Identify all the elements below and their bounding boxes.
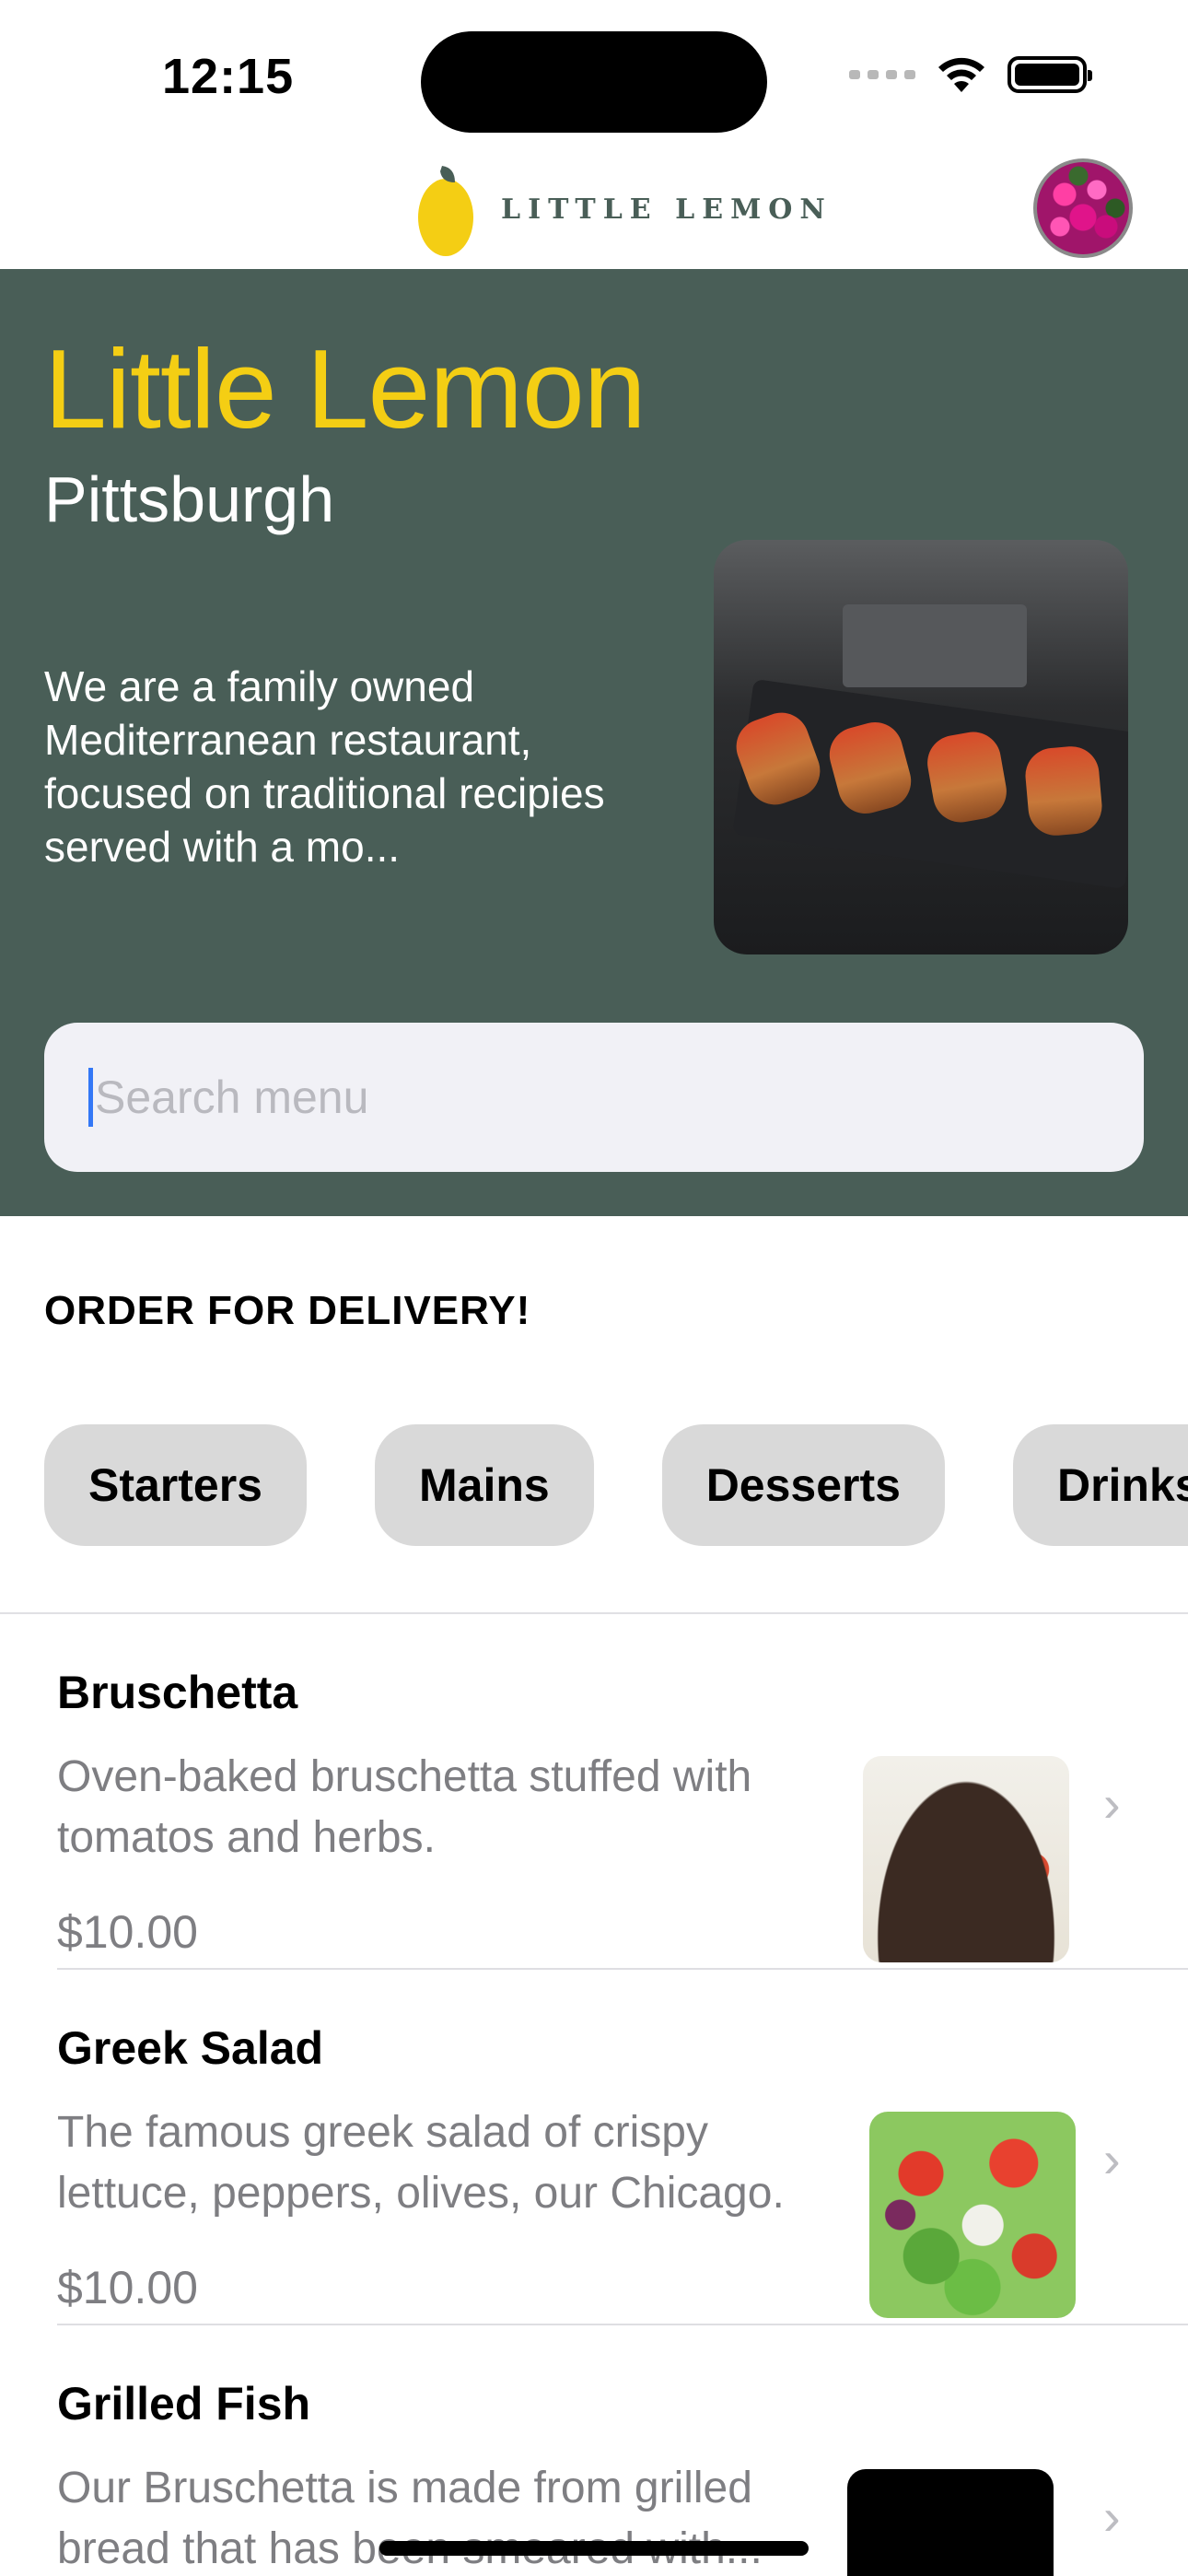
chevron-right-icon: › [1103,1774,1121,1832]
hero-image [714,540,1128,954]
text-cursor [88,1068,93,1127]
status-bar: 12:15 [0,0,1188,138]
category-chip-drinks[interactable]: Drinks [1012,1424,1188,1546]
menu-item-image [847,2469,1054,2576]
app-header: LITTLE LEMON [0,138,1188,269]
menu-item-image [869,2112,1076,2318]
menu-item-name: Bruschetta [57,1667,298,1718]
home-indicator[interactable] [379,2541,809,2556]
category-chip-starters[interactable]: Starters [44,1424,307,1546]
menu-item-name: Greek Salad [57,2022,324,2074]
menu-item-description: Oven-baked bruschetta stuffed with tomat… [57,1752,752,1862]
chevron-right-icon: › [1103,2130,1121,2188]
wifi-icon [938,57,984,92]
search-placeholder: Search menu [95,1071,369,1123]
status-icons [849,55,1092,94]
menu-item-greek-salad[interactable]: Greek Salad The famous greek salad of cr… [0,1970,1188,2325]
hero-title: Little Lemon [44,326,646,451]
menu-item-name: Grilled Fish [57,2378,311,2430]
menu-item-image [863,1756,1069,1962]
chevron-right-icon: › [1103,2488,1121,2546]
profile-avatar[interactable] [1033,158,1133,258]
lemon-icon [418,166,473,256]
menu-item-bruschetta[interactable]: Bruschetta Oven-baked bruschetta stuffed… [0,1614,1188,1970]
app-logo: LITTLE LEMON [414,158,833,260]
cellular-signal-icon [849,70,915,79]
hero-image-bite [1023,744,1104,838]
menu-item-price: $10.00 [57,2262,198,2313]
order-section-title: ORDER FOR DELIVERY! [44,1288,531,1333]
menu-item-grilled-fish[interactable]: Grilled Fish Our Bruschetta is made from… [0,2325,1188,2576]
menu-item-description: The famous greek salad of crispy lettuce… [57,2108,785,2218]
hero-description: We are a family owned Mediterranean rest… [44,662,605,871]
status-time: 12:15 [162,49,295,104]
hero-image-apron [843,604,1027,687]
category-chip-mains[interactable]: Mains [375,1424,594,1546]
dynamic-island [421,31,767,133]
search-input[interactable]: Search menu [44,1023,1144,1172]
menu-item-description: Our Bruschetta is made from grilled brea… [57,2464,763,2573]
category-chips: Starters Mains Desserts Drinks [44,1424,1188,1546]
category-chip-desserts[interactable]: Desserts [661,1424,945,1546]
logo-text: LITTLE LEMON [501,193,833,226]
hero-city: Pittsburgh [44,463,335,535]
hero-banner: Little Lemon Pittsburgh We are a family … [0,269,1188,1216]
menu-item-price: $10.00 [57,1906,198,1958]
battery-icon [1007,56,1092,93]
